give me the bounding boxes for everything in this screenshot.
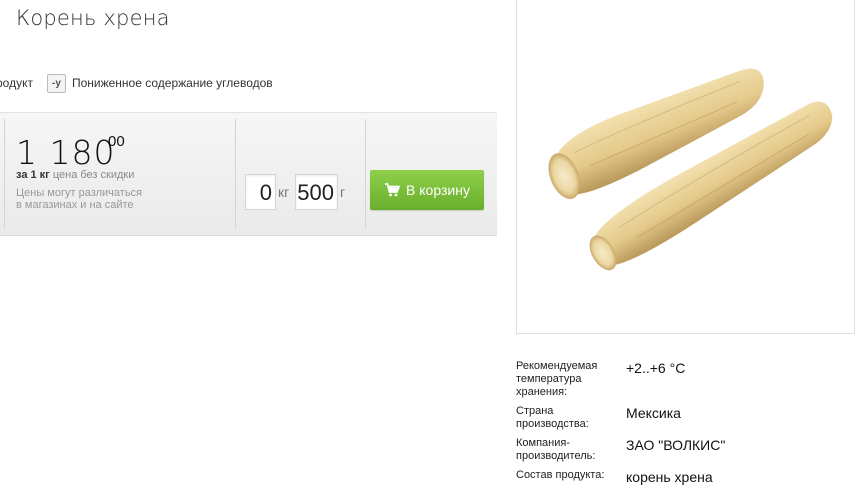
price-no-discount-note: цена без скидки: [52, 169, 135, 181]
quantity-kg-unit: кг: [278, 184, 290, 200]
product-image[interactable]: [516, 0, 855, 334]
property-label: Состав продукта:: [516, 469, 605, 481]
add-to-cart-button[interactable]: В корзину: [370, 170, 484, 210]
price-kopecks: 00: [108, 133, 125, 150]
price-per-unit: за 1 кг: [16, 169, 50, 181]
quantity-kg-input[interactable]: 0: [245, 174, 276, 210]
price-unit: за 1 кг цена без скидки: [16, 169, 134, 181]
property-row: Рекомендуемая температура хранения: +2..…: [516, 360, 856, 399]
price-disclaimer: Цены могут различаться в магазинах и на …: [16, 187, 176, 211]
property-row: Компания-производитель: ЗАО "ВОЛКИС": [516, 437, 856, 463]
property-value: Мексика: [626, 405, 681, 421]
divider: [235, 119, 236, 229]
property-label: Компания-производитель:: [516, 437, 596, 462]
property-label: Рекомендуемая температура хранения:: [516, 360, 598, 398]
buy-panel: 1 180 00 за 1 кг цена без скидки Цены мо…: [0, 112, 497, 236]
add-to-cart-label: В корзину: [406, 182, 470, 198]
property-row: Страна производства: Мексика: [516, 405, 856, 431]
quantity-g-unit: г: [340, 184, 346, 200]
divider: [365, 119, 366, 229]
tag-label-low-carb[interactable]: Пониженное содержание углеводов: [72, 76, 273, 90]
property-row: Состав продукта: корень хрена: [516, 469, 856, 485]
product-properties: Рекомендуемая температура хранения: +2..…: [516, 360, 856, 491]
property-value: +2..+6 °С: [626, 360, 686, 376]
horseradish-root-image: [548, 68, 833, 271]
page-title: Корень хрена: [16, 6, 170, 30]
property-value: корень хрена: [626, 469, 713, 485]
cart-icon: [385, 183, 400, 197]
product-tags: родукт -у Пониженное содержание углеводо…: [0, 72, 273, 94]
property-label: Страна производства:: [516, 405, 589, 430]
low-carb-badge-icon[interactable]: -у: [46, 73, 66, 93]
quantity-g-input[interactable]: 500: [295, 174, 338, 210]
tag-label-partial[interactable]: родукт: [0, 76, 33, 90]
price-disclaimer-line2: в магазинах и на сайте: [16, 199, 134, 211]
divider: [4, 119, 5, 229]
price-disclaimer-line1: Цены могут различаться: [16, 187, 143, 199]
property-value: ЗАО "ВОЛКИС": [626, 437, 726, 453]
price-value: 1 180: [16, 133, 116, 172]
